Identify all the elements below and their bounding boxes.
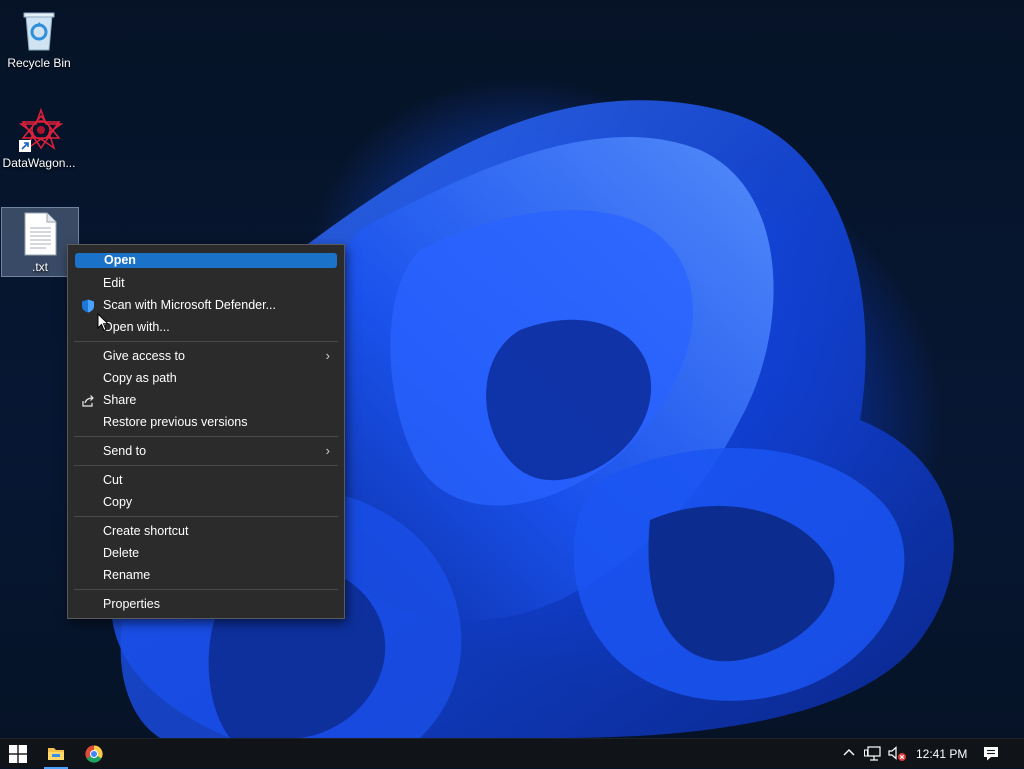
menu-separator (74, 589, 338, 590)
menu-item-cut[interactable]: Cut (74, 469, 338, 491)
menu-separator (74, 436, 338, 437)
menu-separator (74, 465, 338, 466)
menu-item-label: Open with... (103, 320, 170, 334)
menu-item-restore-previous-versions[interactable]: Restore previous versions (74, 411, 338, 433)
menu-item-open-with[interactable]: Open with... (74, 316, 338, 338)
taskbar-chrome[interactable] (76, 739, 112, 769)
menu-item-copy[interactable]: Copy (74, 491, 338, 513)
taskbar-clock[interactable]: 12:41 PM (916, 747, 967, 761)
menu-item-label: Rename (103, 568, 151, 582)
menu-item-open[interactable]: Open (75, 253, 337, 268)
menu-item-label: Send to (103, 444, 147, 458)
menu-item-edit[interactable]: Edit (74, 272, 338, 294)
menu-item-send-to[interactable]: Send to › (74, 440, 338, 462)
menu-separator (74, 516, 338, 517)
menu-item-copy-as-path[interactable]: Copy as path (74, 367, 338, 389)
defender-shield-icon (81, 298, 95, 313)
menu-item-label: Share (103, 393, 137, 407)
menu-item-label: Cut (103, 473, 123, 487)
menu-item-label: Scan with Microsoft Defender... (103, 298, 276, 312)
menu-separator (74, 341, 338, 342)
menu-item-label: Delete (103, 546, 140, 560)
menu-item-create-shortcut[interactable]: Create shortcut (74, 520, 338, 542)
menu-item-label: Give access to (103, 349, 185, 363)
menu-item-rename[interactable]: Rename (74, 564, 338, 586)
notifications-icon[interactable] (983, 746, 999, 762)
mouse-cursor-icon (97, 313, 109, 332)
chevron-right-icon: › (325, 443, 330, 458)
start-button[interactable] (0, 739, 36, 769)
desktop-icon-label: Recycle Bin (7, 56, 71, 70)
menu-item-label: Properties (103, 597, 160, 611)
menu-item-label: Edit (103, 276, 125, 290)
chevron-up-icon[interactable] (842, 746, 856, 760)
menu-item-label: Copy (103, 495, 133, 509)
folder-icon (48, 748, 64, 760)
context-menu: Open Edit Scan with Microsoft Defender..… (67, 244, 345, 619)
desktop-icon-label: DataWagon... (2, 156, 76, 170)
menu-item-label: Copy as path (103, 371, 177, 385)
menu-item-give-access-to[interactable]: Give access to › (74, 345, 338, 367)
menu-item-delete[interactable]: Delete (74, 542, 338, 564)
menu-item-share[interactable]: Share (74, 389, 338, 411)
recycle-bin-icon (19, 8, 59, 52)
desktop-icon-datawagon[interactable]: DataWagon... (0, 107, 78, 170)
windows-logo-icon (9, 745, 27, 763)
chevron-right-icon: › (325, 348, 330, 363)
menu-item-label: Create shortcut (103, 524, 189, 538)
menu-item-label: Restore previous versions (103, 415, 248, 429)
text-file-icon (20, 212, 60, 256)
chrome-icon (85, 745, 103, 763)
share-icon (81, 393, 95, 407)
menu-item-properties[interactable]: Properties (74, 593, 338, 615)
taskbar-file-explorer[interactable] (38, 739, 74, 769)
network-icon[interactable] (864, 746, 882, 762)
taskbar: 12:41 PM (0, 738, 1024, 769)
menu-item-scan-defender[interactable]: Scan with Microsoft Defender... (74, 294, 338, 316)
datawagon-icon (18, 107, 64, 152)
volume-muted-icon[interactable] (888, 746, 908, 762)
desktop[interactable]: Recycle Bin DataWagon... .txt Open Edit … (0, 0, 1024, 738)
menu-item-label: Open (104, 253, 136, 267)
desktop-icon-recycle-bin[interactable]: Recycle Bin (0, 8, 78, 70)
